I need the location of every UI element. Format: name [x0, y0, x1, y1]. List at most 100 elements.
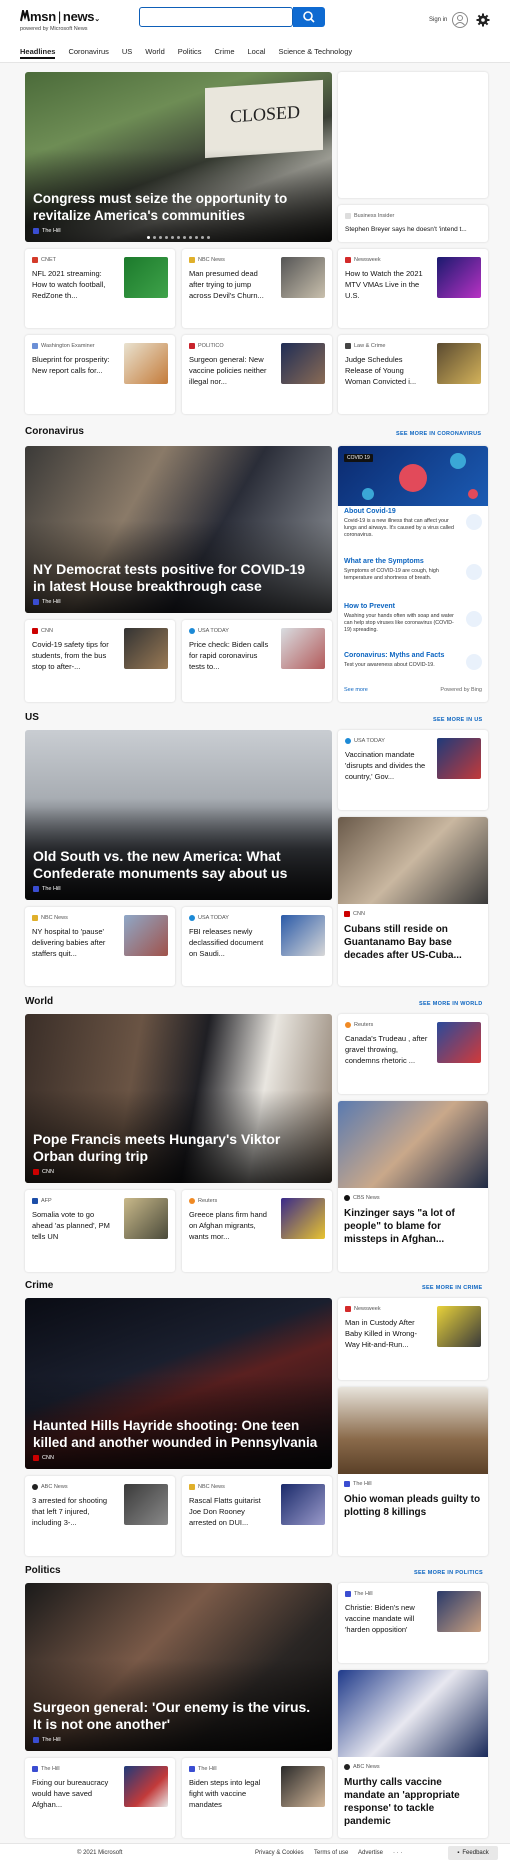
- card-title: Stephen Breyer says he doesn't 'intend t…: [345, 226, 467, 233]
- section-title-politics: Politics: [25, 1565, 61, 1576]
- tab-us[interactable]: US: [122, 47, 132, 59]
- footer-more-button[interactable]: · · ·: [393, 1850, 402, 1856]
- covid-item-symptoms[interactable]: What are the Symptoms Symptoms of COVID-…: [344, 558, 456, 582]
- news-card[interactable]: Reuters Greece plans firm hand on Afghan…: [182, 1190, 332, 1272]
- tab-coronavirus[interactable]: Coronavirus: [68, 47, 108, 59]
- sign-in-link[interactable]: Sign in: [429, 17, 447, 23]
- tab-science-technology[interactable]: Science & Technology: [278, 47, 352, 59]
- source-logo-icon: [344, 911, 350, 917]
- card-thumbnail: [124, 1484, 168, 1525]
- source-logo-icon: [33, 228, 39, 234]
- news-card[interactable]: NBC News Man presumed dead after trying …: [182, 249, 332, 328]
- source-logo-icon: [189, 1766, 195, 1772]
- news-card-tall[interactable]: CBS News Kinzinger says "a lot of people…: [338, 1101, 488, 1272]
- card-source: NBC News: [198, 257, 225, 263]
- card-title: Kinzinger says "a lot of people" to blam…: [344, 1208, 455, 1245]
- covid-item-myths[interactable]: Coronavirus: Myths and Facts Test your a…: [344, 652, 456, 669]
- source-logo-icon: [345, 1591, 351, 1597]
- avatar-icon[interactable]: [452, 12, 468, 28]
- crime-hero-card[interactable]: Haunted Hills Hayride shooting: One teen…: [25, 1298, 332, 1469]
- coronavirus-hero-card[interactable]: NY Democrat tests positive for COVID-19 …: [25, 446, 332, 613]
- feedback-button[interactable]: ▪ Feedback: [448, 1846, 498, 1860]
- source-logo-icon: [32, 257, 38, 263]
- hero-title: Old South vs. the new America: What Conf…: [33, 848, 288, 881]
- news-card[interactable]: The Hill Fixing our bureaucracy would ha…: [25, 1758, 175, 1838]
- hero-source: The Hill: [42, 886, 61, 892]
- top-hero-card[interactable]: CLOSED Congress must seize the opportuni…: [25, 72, 332, 242]
- search-button[interactable]: [293, 7, 325, 27]
- source-logo-icon: [32, 628, 38, 634]
- news-card-tall[interactable]: ABC News Murthy calls vaccine mandate an…: [338, 1670, 488, 1838]
- news-card[interactable]: AFP Somalia vote to go ahead 'as planned…: [25, 1190, 175, 1272]
- hero-title: Pope Francis meets Hungary's Viktor Orba…: [33, 1131, 281, 1164]
- card-title: Christie: Biden's new vaccine mandate wi…: [345, 1603, 415, 1634]
- news-card[interactable]: USA TODAY Vaccination mandate 'disrupts …: [338, 730, 488, 810]
- footer-privacy-link[interactable]: Privacy & Cookies: [255, 1850, 304, 1856]
- tab-world[interactable]: World: [145, 47, 164, 59]
- news-card[interactable]: NBC News Rascal Flatts guitarist Joe Don…: [182, 1476, 332, 1556]
- search-box[interactable]: [139, 7, 293, 27]
- news-card[interactable]: NBC News NY hospital to 'pause' deliveri…: [25, 907, 175, 986]
- tab-local[interactable]: Local: [248, 47, 266, 59]
- see-more-us-link[interactable]: SEE MORE IN US: [433, 717, 482, 723]
- quiz-icon: [466, 654, 482, 670]
- card-title: Ohio woman pleads guilty to plotting 8 k…: [344, 1494, 481, 1518]
- politics-hero-card[interactable]: Surgeon general: 'Our enemy is the virus…: [25, 1583, 332, 1751]
- hero-title: Haunted Hills Hayride shooting: One teen…: [33, 1418, 318, 1450]
- card-thumbnail: [437, 1022, 481, 1063]
- source-logo-icon: [344, 1195, 350, 1201]
- us-hero-card[interactable]: Old South vs. the new America: What Conf…: [25, 730, 332, 900]
- card-source: CNN: [41, 628, 53, 634]
- hand-wash-icon: [466, 611, 482, 627]
- card-thumbnail: [281, 915, 325, 956]
- source-logo-icon: [345, 1306, 351, 1312]
- card-thumbnail: [437, 257, 481, 298]
- card-thumbnail: [281, 1766, 325, 1807]
- tab-headlines[interactable]: Headlines: [20, 47, 56, 59]
- news-card[interactable]: Washington Examiner Blueprint for prospe…: [25, 335, 175, 414]
- side-card[interactable]: Business Insider Stephen Breyer says he …: [338, 205, 488, 242]
- see-more-coronavirus-link[interactable]: SEE MORE IN CORONAVIRUS: [396, 431, 481, 437]
- card-title: Covid-19 safety tips for students, from …: [32, 640, 109, 671]
- msn-logo[interactable]: msn | news⌄: [20, 7, 100, 24]
- news-card[interactable]: Newsweek Man in Custody After Baby Kille…: [338, 1298, 488, 1380]
- news-card[interactable]: ABC News 3 arrested for shooting that le…: [25, 1476, 175, 1556]
- news-card[interactable]: CNN Covid-19 safety tips for students, f…: [25, 620, 175, 702]
- news-card-tall[interactable]: CNN Cubans still reside on Guantanamo Ba…: [338, 817, 488, 986]
- search-input[interactable]: [140, 8, 292, 26]
- see-more-politics-link[interactable]: SEE MORE IN POLITICS: [414, 1570, 483, 1576]
- card-thumbnail: [124, 915, 168, 956]
- news-card[interactable]: The Hill Christie: Biden's new vaccine m…: [338, 1583, 488, 1663]
- card-title: Somalia vote to go ahead 'as planned', P…: [32, 1210, 110, 1241]
- card-source: NBC News: [41, 915, 68, 921]
- card-source: USA TODAY: [198, 915, 229, 921]
- news-card-tall[interactable]: The Hill Ohio woman pleads guilty to plo…: [338, 1387, 488, 1556]
- covid-item-prevent[interactable]: How to Prevent Washing your hands often …: [344, 603, 456, 634]
- world-hero-card[interactable]: Pope Francis meets Hungary's Viktor Orba…: [25, 1014, 332, 1183]
- see-more-crime-link[interactable]: SEE MORE IN CRIME: [422, 1285, 482, 1291]
- news-card[interactable]: POLITICO Surgeon general: New vaccine po…: [182, 335, 332, 414]
- news-card[interactable]: USA TODAY Price check: Biden calls for r…: [182, 620, 332, 702]
- category-nav: Headlines Coronavirus US World Politics …: [20, 47, 365, 59]
- covid-info-widget: COVID 19 About Covid-19 Covid-19 is a ne…: [338, 446, 488, 702]
- covid-item-about[interactable]: About Covid-19 Covid-19 is a new illness…: [344, 508, 456, 539]
- card-source: Law & Crime: [354, 343, 386, 349]
- card-title: Murthy calls vaccine mandate an 'appropr…: [344, 1777, 460, 1827]
- footer-copyright: © 2021 Microsoft: [77, 1850, 123, 1856]
- source-logo-icon: [33, 886, 39, 892]
- news-card[interactable]: The Hill Biden steps into legal fight wi…: [182, 1758, 332, 1838]
- tab-crime[interactable]: Crime: [215, 47, 235, 59]
- see-more-world-link[interactable]: SEE MORE IN WORLD: [419, 1001, 482, 1007]
- footer-advertise-link[interactable]: Advertise: [358, 1850, 383, 1856]
- card-title: Man in Custody After Baby Killed in Wron…: [345, 1318, 417, 1349]
- news-card[interactable]: Newsweek How to Watch the 2021 MTV VMAs …: [338, 249, 488, 328]
- tab-politics[interactable]: Politics: [178, 47, 202, 59]
- news-card[interactable]: Reuters Canada's Trudeau , after gravel …: [338, 1014, 488, 1094]
- footer-terms-link[interactable]: Terms of use: [314, 1850, 348, 1856]
- news-card[interactable]: CNET NFL 2021 streaming: How to watch fo…: [25, 249, 175, 328]
- news-card[interactable]: Law & Crime Judge Schedules Release of Y…: [338, 335, 488, 414]
- section-title-crime: Crime: [25, 1280, 54, 1291]
- news-card[interactable]: USA TODAY FBI releases newly declassifie…: [182, 907, 332, 986]
- covid-see-more-link[interactable]: See more: [344, 687, 368, 693]
- gear-icon[interactable]: [476, 13, 490, 27]
